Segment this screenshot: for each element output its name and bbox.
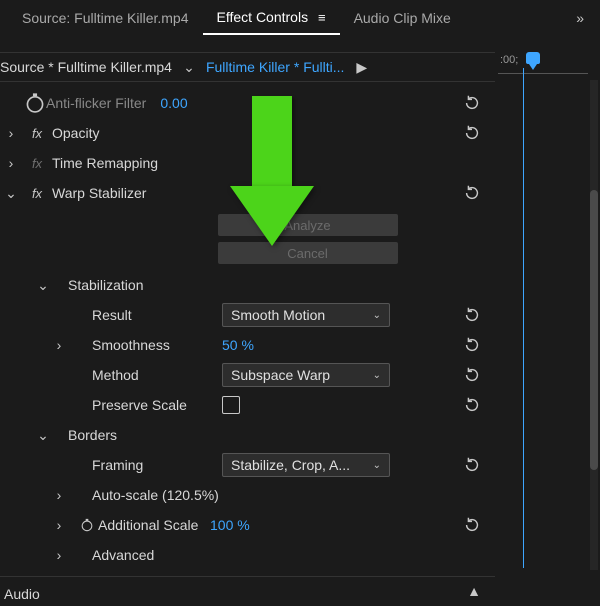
scrollbar-thumb[interactable] (590, 190, 598, 470)
clip-header-row: Source * Fulltime Killer.mp4 ⌄ Fulltime … (0, 52, 495, 82)
anti-flicker-row: Anti-flicker Filter 0.00 (0, 88, 495, 118)
tab-source[interactable]: Source: Fulltime Killer.mp4 (8, 2, 203, 34)
framing-row: Framing Stabilize, Crop, A... ⌄ (0, 450, 495, 480)
stabilization-section[interactable]: ⌄ Stabilization (0, 270, 495, 300)
time-remap-label: Time Remapping (52, 155, 158, 171)
chevron-down-icon: ⌄ (373, 460, 381, 471)
stopwatch-icon[interactable] (24, 92, 46, 114)
warp-action-buttons: Analyze Cancel (120, 214, 495, 264)
warp-label: Warp Stabilizer (52, 185, 146, 201)
reset-button[interactable] (459, 182, 485, 207)
chevron-right-icon[interactable]: › (48, 547, 70, 563)
playhead-line (523, 68, 524, 568)
reset-button[interactable] (459, 304, 485, 329)
anti-flicker-label: Anti-flicker Filter (46, 95, 146, 111)
top-tab-bar: Source: Fulltime Killer.mp4 Effect Contr… (0, 0, 600, 36)
tab-label: Effect Controls (217, 9, 309, 25)
fx-badge[interactable]: fx (22, 186, 52, 201)
tab-effect-controls[interactable]: Effect Controls ≡ (203, 1, 340, 35)
borders-label: Borders (68, 427, 117, 443)
reset-button[interactable] (459, 514, 485, 539)
reveal-icon[interactable]: ▲ (463, 581, 485, 601)
chevron-right-icon[interactable]: › (48, 517, 70, 533)
opacity-row[interactable]: › fx Opacity (0, 118, 495, 148)
vertical-scrollbar[interactable] (590, 80, 598, 570)
audio-section[interactable]: Audio ▲ (0, 576, 495, 606)
select-value: Subspace Warp (231, 367, 330, 383)
chevron-down-icon[interactable]: ⌄ (32, 427, 54, 444)
preserve-scale-row: Preserve Scale (0, 390, 495, 420)
chevron-down-icon[interactable]: ⌄ (0, 185, 22, 202)
audio-label: Audio (4, 586, 40, 602)
time-remapping-row[interactable]: › fx Time Remapping (0, 148, 495, 178)
chevron-down-icon[interactable]: ⌄ (178, 59, 200, 76)
reset-button[interactable] (459, 364, 485, 389)
auto-scale-label: Auto-scale (120.5%) (92, 487, 292, 503)
analyze-button[interactable]: Analyze (218, 214, 398, 236)
method-row: Method Subspace Warp ⌄ (0, 360, 495, 390)
advanced-row[interactable]: › Advanced (0, 540, 495, 570)
smoothness-label: Smoothness (92, 337, 222, 353)
method-select[interactable]: Subspace Warp ⌄ (222, 363, 390, 387)
auto-scale-row[interactable]: › Auto-scale (120.5%) (0, 480, 495, 510)
select-value: Smooth Motion (231, 307, 325, 323)
result-label: Result (92, 307, 222, 323)
panel-menu-icon[interactable]: ≡ (318, 10, 326, 25)
fx-badge[interactable]: fx (22, 126, 52, 141)
tab-audio-mixer[interactable]: Audio Clip Mixe (340, 2, 465, 34)
advanced-label: Advanced (92, 547, 222, 563)
chevron-down-icon: ⌄ (373, 310, 381, 321)
chevron-right-icon[interactable]: › (48, 337, 70, 353)
method-label: Method (92, 367, 222, 383)
more-tabs-icon[interactable]: » (568, 6, 592, 30)
effect-controls-panel: Source * Fulltime Killer.mp4 ⌄ Fulltime … (0, 44, 495, 606)
source-path: Source * Fulltime Killer.mp4 (0, 59, 172, 75)
timecode-label: :00; (500, 54, 518, 66)
chevron-down-icon: ⌄ (373, 370, 381, 381)
select-value: Stabilize, Crop, A... (231, 457, 350, 473)
chevron-right-icon[interactable]: › (0, 155, 22, 171)
additional-scale-row: › Additional Scale 100 % (0, 510, 495, 540)
framing-select[interactable]: Stabilize, Crop, A... ⌄ (222, 453, 390, 477)
reset-button[interactable] (459, 334, 485, 359)
reset-button[interactable] (459, 92, 485, 117)
opacity-label: Opacity (52, 125, 99, 141)
borders-section[interactable]: ⌄ Borders (0, 420, 495, 450)
smoothness-value[interactable]: 50 % (222, 337, 254, 353)
additional-scale-value[interactable]: 100 % (210, 517, 250, 533)
stabilization-label: Stabilization (68, 277, 144, 293)
anti-flicker-value[interactable]: 0.00 (160, 95, 187, 111)
reset-button[interactable] (459, 122, 485, 147)
additional-scale-label: Additional Scale (98, 517, 210, 533)
fx-badge[interactable]: fx (22, 156, 52, 171)
play-icon[interactable]: ▶ (350, 59, 373, 76)
preserve-scale-checkbox[interactable] (222, 396, 240, 414)
reset-button[interactable] (459, 454, 485, 479)
playhead-icon[interactable] (526, 52, 540, 64)
chevron-right-icon[interactable]: › (48, 487, 70, 503)
result-select[interactable]: Smooth Motion ⌄ (222, 303, 390, 327)
smoothness-row: › Smoothness 50 % (0, 330, 495, 360)
clip-path[interactable]: Fulltime Killer * Fullti... (206, 59, 344, 75)
warp-stabilizer-row[interactable]: ⌄ fx Warp Stabilizer (0, 178, 495, 208)
reset-button[interactable] (459, 394, 485, 419)
chevron-down-icon[interactable]: ⌄ (32, 277, 54, 294)
stopwatch-icon[interactable] (80, 518, 94, 532)
framing-label: Framing (92, 457, 222, 473)
result-row: Result Smooth Motion ⌄ (0, 300, 495, 330)
preserve-scale-label: Preserve Scale (92, 397, 222, 413)
mini-timeline[interactable]: :00; (498, 50, 588, 74)
cancel-button[interactable]: Cancel (218, 242, 398, 264)
chevron-right-icon[interactable]: › (0, 125, 22, 141)
